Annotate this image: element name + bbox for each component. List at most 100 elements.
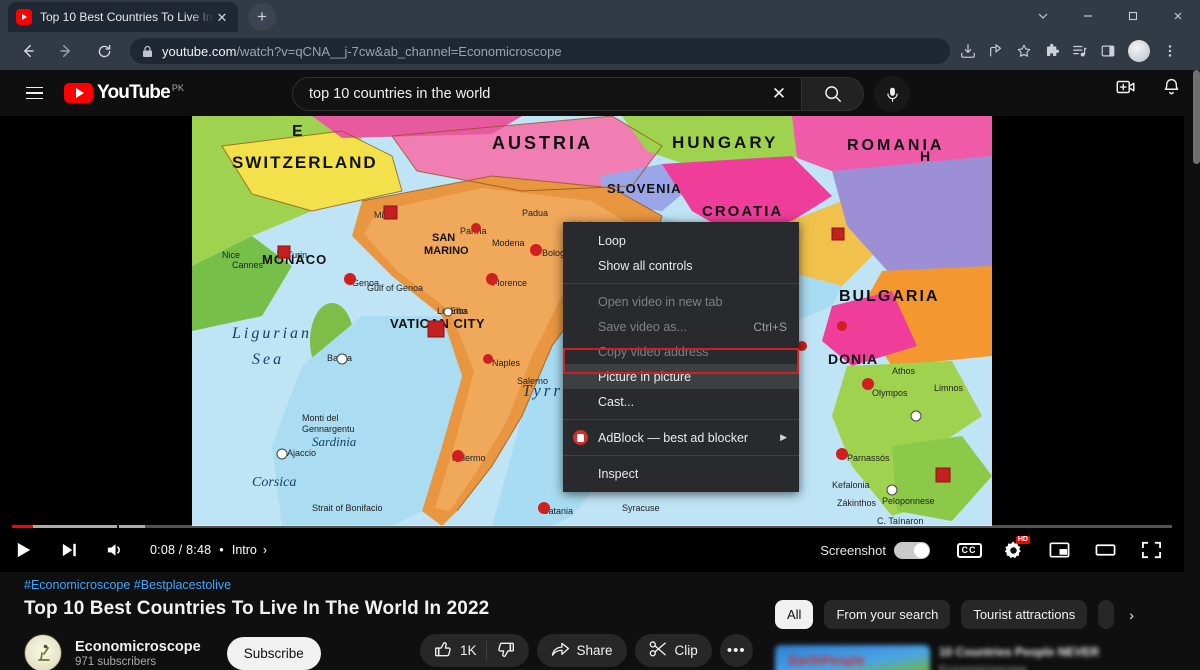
toolbar-icons (954, 37, 1184, 65)
thumbnail-title-text: EarthPeople (789, 653, 865, 668)
related-video-channel: Economicroscope (939, 664, 1099, 670)
dislike-icon[interactable] (496, 640, 515, 662)
context-menu-item-save-video-as-label: Save video as... (598, 320, 687, 334)
play-icon[interactable] (0, 528, 46, 572)
video-hashtags[interactable]: #Economicroscope #Bestplacestolive (24, 578, 764, 592)
like-icon[interactable] (434, 640, 453, 662)
chapter-label[interactable]: Intro › (232, 543, 267, 557)
tab-close-icon[interactable]: ✕ (214, 9, 230, 25)
context-menu-item-show-all-controls[interactable]: Show all controls (563, 253, 799, 278)
next-video-icon[interactable] (46, 528, 92, 572)
profile-avatar[interactable] (1128, 40, 1150, 62)
install-app-icon[interactable] (954, 37, 982, 65)
subtitles-icon[interactable]: CC (948, 528, 990, 572)
maximize-icon[interactable] (1110, 0, 1155, 32)
svg-text:Parnassós: Parnassós (847, 453, 890, 463)
youtube-logo[interactable]: YouTube PK (64, 83, 184, 103)
browser-tab[interactable]: Top 10 Best Countries To Live In T ✕ (8, 2, 238, 32)
tab-title: Top 10 Best Countries To Live In T (40, 10, 214, 24)
three-dot-menu-icon[interactable] (1156, 37, 1184, 65)
forward-arrow-icon[interactable] (50, 35, 82, 67)
context-menu-item-cast[interactable]: Cast... (563, 389, 799, 414)
miniplayer-icon[interactable] (1036, 528, 1082, 572)
tab-search-chevron-icon[interactable] (1020, 0, 1065, 32)
time-display: 0:08 / 8:48 (150, 543, 211, 557)
share-arrow-icon (551, 641, 570, 661)
volume-icon[interactable] (92, 528, 138, 572)
share-button[interactable]: Share (537, 634, 627, 667)
screenshot-label: Screenshot (820, 543, 886, 558)
search-input[interactable]: top 10 countries in the world ✕ (292, 77, 802, 111)
channel-info: Economicroscope 971 subscribers (75, 639, 201, 668)
media-playlist-icon[interactable] (1066, 37, 1094, 65)
subscribe-button[interactable]: Subscribe (227, 637, 321, 670)
context-menu-item-adblock[interactable]: AdBlock — best ad blocker ▶ (563, 425, 799, 450)
context-menu-separator (563, 283, 799, 284)
chips-next-arrow-icon[interactable]: › (1129, 607, 1134, 623)
context-menu-item-inspect[interactable]: Inspect (563, 461, 799, 486)
channel-avatar[interactable] (24, 634, 62, 670)
context-menu-item-loop[interactable]: Loop (563, 228, 799, 253)
related-video-item[interactable]: EarthPeople 10 Countries People NEVER Ec… (775, 645, 1099, 670)
notifications-bell-icon[interactable] (1161, 77, 1182, 98)
minimize-icon[interactable] (1065, 0, 1110, 32)
more-actions-button[interactable]: ••• (720, 634, 753, 667)
related-video-meta: 10 Countries People NEVER Economicroscop… (939, 645, 1099, 670)
context-menu[interactable]: Loop Show all controls Open video in new… (563, 222, 799, 492)
clear-search-icon[interactable]: ✕ (761, 78, 797, 110)
svg-text:SWITZERLAND: SWITZERLAND (232, 153, 378, 172)
fullscreen-icon[interactable] (1128, 528, 1174, 572)
scrollbar-thumb[interactable] (1193, 70, 1200, 164)
youtube-play-icon (64, 83, 93, 103)
search-area: top 10 countries in the world ✕ (292, 76, 910, 112)
settings-gear-icon[interactable]: HD (990, 528, 1036, 572)
lock-icon (142, 45, 153, 58)
svg-text:Limnos: Limnos (934, 383, 964, 393)
like-dislike-group[interactable]: 1K (420, 634, 529, 667)
share-icon[interactable] (982, 37, 1010, 65)
control-row: 0:08 / 8:48 • Intro › Screenshot CC HD (0, 528, 1184, 572)
page-scrollbar[interactable] (1193, 70, 1200, 670)
chip-overflow-partial[interactable] (1098, 600, 1114, 629)
svg-text:MARINO: MARINO (424, 245, 469, 257)
clip-button[interactable]: Clip (635, 634, 712, 667)
adblock-icon (573, 430, 588, 445)
chip-from-your-search[interactable]: From your search (824, 600, 950, 629)
chip-tourist-attractions[interactable]: Tourist attractions (961, 600, 1087, 629)
divider (486, 641, 487, 661)
context-menu-item-open-video-in-new-tab: Open video in new tab (563, 289, 799, 314)
bookmark-star-icon[interactable] (1010, 37, 1038, 65)
svg-text:DONIA: DONIA (828, 351, 878, 367)
search-button[interactable] (802, 77, 864, 111)
address-bar[interactable]: youtube.com/watch?v=qCNA__j-7cw&ab_chann… (130, 38, 950, 64)
player-controls: 0:08 / 8:48 • Intro › Screenshot CC HD (0, 510, 1184, 572)
context-menu-separator (563, 455, 799, 456)
svg-text:Olympos: Olympos (872, 388, 908, 398)
scissors-icon (649, 640, 668, 661)
subscriber-count: 971 subscribers (75, 656, 201, 668)
share-label: Share (577, 643, 613, 658)
chip-all[interactable]: All (775, 600, 813, 629)
player-right-controls: Screenshot CC HD (820, 528, 1184, 572)
theater-mode-icon[interactable] (1082, 528, 1128, 572)
svg-text:Peloponnese: Peloponnese (882, 496, 935, 506)
svg-text:Padua: Padua (522, 208, 548, 218)
reload-icon[interactable] (88, 35, 120, 67)
voice-search-button[interactable] (874, 76, 910, 112)
context-menu-item-picture-in-picture[interactable]: Picture in picture (563, 364, 799, 389)
create-video-icon[interactable] (1115, 76, 1137, 98)
channel-name[interactable]: Economicroscope (75, 639, 201, 655)
address-bar-text: youtube.com/watch?v=qCNA__j-7cw&ab_chann… (162, 44, 562, 59)
search-input-value: top 10 countries in the world (309, 86, 761, 102)
chapter-chevron-icon: › (263, 543, 267, 557)
extensions-puzzle-icon[interactable] (1038, 37, 1066, 65)
back-arrow-icon[interactable] (12, 35, 44, 67)
related-video-thumbnail: EarthPeople (775, 645, 930, 670)
side-panel-icon[interactable] (1094, 37, 1122, 65)
close-icon[interactable] (1155, 0, 1200, 32)
svg-text:Elba: Elba (450, 306, 468, 316)
svg-text:Sardinia: Sardinia (312, 434, 357, 449)
screenshot-toggle[interactable] (894, 542, 930, 559)
new-tab-button[interactable]: + (248, 3, 276, 31)
hamburger-icon[interactable] (14, 73, 54, 113)
